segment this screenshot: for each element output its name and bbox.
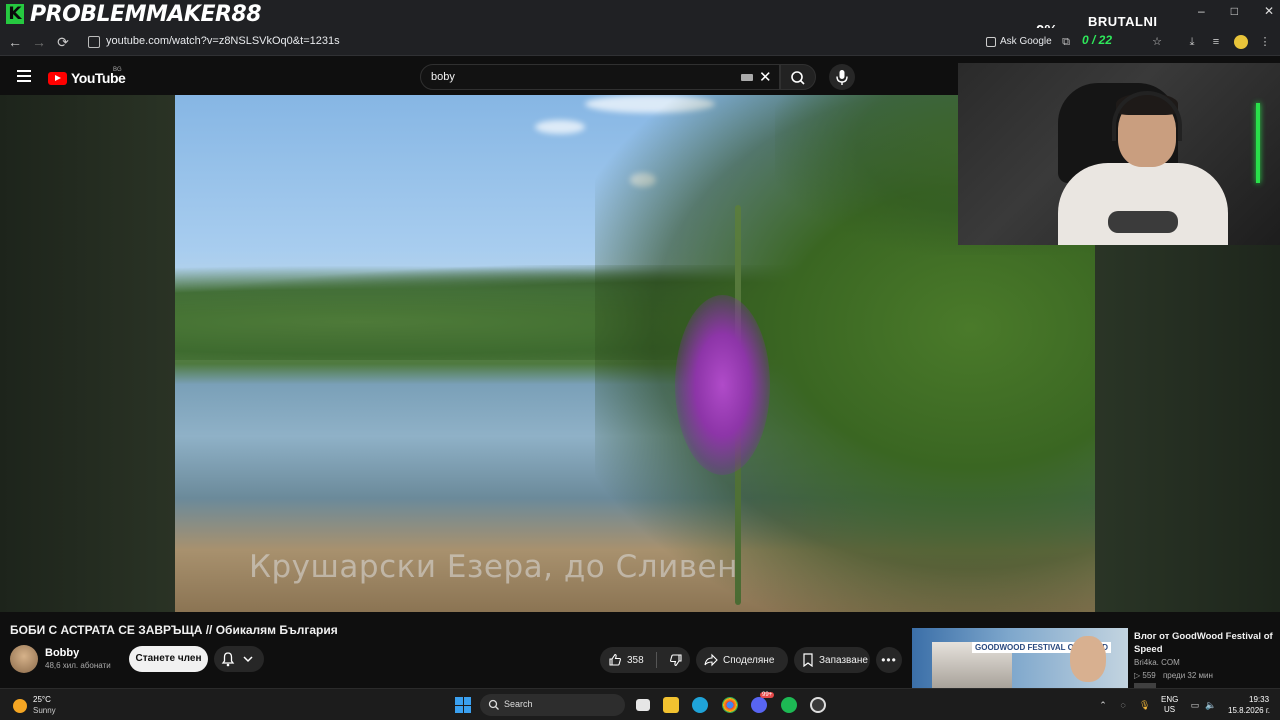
voice-search-button[interactable] bbox=[829, 64, 855, 90]
search-input[interactable]: boby ✕ bbox=[420, 64, 780, 90]
url-text: youtube.com/watch?v=z8NSLSVkOq0&t=1231s bbox=[106, 35, 340, 47]
profile-avatar[interactable] bbox=[1234, 35, 1248, 49]
recommended-age: преди 32 мин bbox=[1162, 671, 1213, 680]
subscriber-count: 48,6 хил. абонати bbox=[45, 661, 111, 670]
streamer-name: PROBLEMMAKER88 bbox=[30, 2, 262, 27]
more-horiz-icon: ••• bbox=[881, 653, 897, 667]
ask-google-button[interactable]: Ask Google bbox=[986, 36, 1052, 47]
file-explorer-icon[interactable] bbox=[663, 697, 679, 713]
neon-light bbox=[1256, 103, 1260, 183]
share-button[interactable]: Споделяне bbox=[696, 647, 788, 673]
mic-tray-icon[interactable]: 🎙 bbox=[1139, 700, 1150, 710]
channel-avatar[interactable] bbox=[10, 645, 38, 673]
video-subtitle: Крушарски Езера, до Сливен bbox=[249, 549, 738, 585]
taskbar-search[interactable]: Search bbox=[480, 694, 625, 716]
bell-icon bbox=[221, 652, 253, 667]
share-icon bbox=[704, 653, 718, 667]
notification-badge: 99+ bbox=[760, 692, 775, 698]
video-ambient-right bbox=[1095, 245, 1280, 612]
thumbs-down-icon[interactable] bbox=[669, 653, 683, 667]
tray-overflow-icon[interactable]: ⌃ bbox=[1098, 700, 1108, 710]
purple-flower bbox=[675, 295, 770, 475]
clock-time[interactable]: 19:33 bbox=[1249, 695, 1269, 704]
tab-share-icon[interactable]: ⧉ bbox=[1060, 36, 1072, 48]
more-actions-button[interactable]: ••• bbox=[876, 647, 902, 673]
download-icon[interactable]: ⤓ bbox=[1186, 36, 1198, 48]
thumbnail-face bbox=[1070, 636, 1106, 682]
network-icon[interactable]: ▭ bbox=[1190, 700, 1200, 710]
video-title: БОБИ С АСТРАТА СЕ ЗАВРЪЩА // Обикалям Бъ… bbox=[10, 623, 338, 637]
clear-search-icon[interactable]: ✕ bbox=[759, 68, 772, 86]
weather-description[interactable]: Sunny bbox=[33, 706, 56, 715]
ask-google-label: Ask Google bbox=[1000, 36, 1052, 47]
youtube-play-icon bbox=[48, 71, 67, 85]
windows-taskbar: 25°C Sunny Search 99+ ⌃ ◌ 🎙 ENG US ▭ 🔈 1… bbox=[0, 688, 1280, 720]
discord-icon[interactable] bbox=[751, 697, 767, 713]
search-icon bbox=[488, 699, 499, 710]
recommended-stats: ▷ 559 преди 32 мин bbox=[1134, 671, 1213, 680]
reload-icon[interactable]: ⟳ bbox=[54, 33, 72, 51]
maximize-button[interactable]: □ bbox=[1231, 4, 1238, 18]
bookmark-icon bbox=[803, 653, 813, 667]
window-controls: – □ ✕ bbox=[1198, 4, 1274, 18]
video-ambient-left bbox=[0, 95, 175, 612]
language-code[interactable]: ENG bbox=[1161, 695, 1178, 704]
like-count[interactable]: 358 bbox=[627, 655, 644, 666]
microphone-icon bbox=[836, 70, 848, 85]
notification-bell-button[interactable] bbox=[214, 646, 264, 672]
search-query: boby bbox=[431, 71, 455, 83]
save-button[interactable]: Запазване bbox=[794, 647, 870, 673]
close-button[interactable]: ✕ bbox=[1264, 4, 1274, 18]
channel-name[interactable]: Bobby bbox=[45, 647, 79, 659]
webcam-overlay bbox=[958, 63, 1280, 245]
spotify-icon[interactable] bbox=[781, 697, 797, 713]
windows-start-icon[interactable] bbox=[455, 697, 471, 713]
minimize-button[interactable]: – bbox=[1198, 4, 1205, 18]
save-label: Запазване bbox=[819, 654, 868, 666]
overlay-brand-text: BRUTALNI bbox=[1088, 14, 1158, 29]
pill-divider bbox=[655, 652, 657, 668]
weather-temperature[interactable]: 25°C bbox=[33, 695, 51, 704]
recommended-views: 559 bbox=[1142, 671, 1156, 680]
keyboard-layout[interactable]: US bbox=[1164, 705, 1175, 714]
search-icon bbox=[791, 71, 805, 85]
sun-icon[interactable] bbox=[13, 699, 27, 713]
region-code: BG bbox=[113, 67, 122, 73]
bookmark-star-icon[interactable]: ☆ bbox=[1151, 36, 1163, 48]
obs-icon[interactable] bbox=[810, 697, 826, 713]
keyboard-icon[interactable] bbox=[741, 74, 753, 81]
video-player[interactable]: Крушарски Езера, до Сливен bbox=[175, 95, 1095, 612]
lens-icon bbox=[986, 36, 996, 47]
taskbar-search-placeholder: Search bbox=[504, 699, 533, 709]
join-button[interactable]: Станете член bbox=[129, 646, 208, 672]
forward-icon[interactable]: → bbox=[30, 33, 48, 51]
overlay-counter: 0 / 22 bbox=[1082, 33, 1113, 47]
recommended-title[interactable]: Влог от GoodWood Festival of Speed bbox=[1134, 630, 1274, 656]
cloud bbox=[535, 120, 585, 134]
recommended-thumbnail[interactable]: GOODWOOD FESTIVAL OF SPEED bbox=[912, 628, 1128, 688]
task-view-icon[interactable] bbox=[636, 699, 650, 711]
site-info-icon[interactable] bbox=[88, 36, 100, 48]
search-button[interactable] bbox=[780, 64, 816, 90]
volume-icon[interactable]: 🔈 bbox=[1205, 700, 1216, 710]
edge-icon[interactable] bbox=[692, 697, 708, 713]
back-icon[interactable]: ← bbox=[6, 33, 24, 51]
share-label: Споделяне bbox=[723, 654, 775, 666]
recommended-channel[interactable]: Bri4ka. COM bbox=[1134, 658, 1180, 667]
clock-date[interactable]: 15.8.2026 г. bbox=[1228, 706, 1270, 715]
reading-list-icon[interactable]: ≡ bbox=[1210, 36, 1222, 48]
kick-logo: K bbox=[6, 4, 24, 24]
tray-app-icon[interactable]: ◌ bbox=[1118, 700, 1128, 710]
thumbs-up-icon[interactable] bbox=[608, 653, 622, 667]
hamburger-menu-icon[interactable] bbox=[17, 70, 31, 82]
like-dislike-group: 358 bbox=[600, 647, 690, 673]
kebab-menu-icon[interactable]: ⋮ bbox=[1259, 36, 1271, 48]
streaming-microphone bbox=[1108, 211, 1178, 233]
chrome-icon[interactable] bbox=[722, 697, 738, 713]
